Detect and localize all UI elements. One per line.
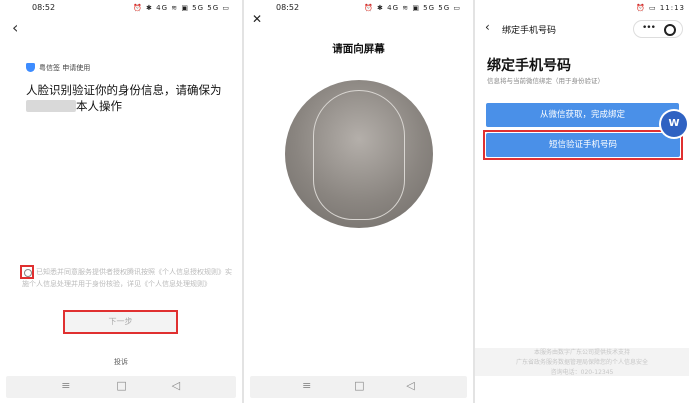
agreement-checkbox[interactable] [20, 265, 34, 279]
status-time: 08:52 [276, 3, 300, 12]
status-bar: ⏰ ▭ 11:13 [475, 0, 689, 16]
shield-icon [26, 63, 35, 72]
system-nav-bar: ≡ □ ◁ [250, 376, 467, 398]
floating-w-badge[interactable]: W [661, 111, 687, 137]
page-title: 绑定手机号码 [487, 58, 571, 74]
bind-phone-screen: ⏰ ▭ 11:13 ‹ 绑定手机号码 ••• 绑定手机号码 信息将与当前微信绑定… [475, 0, 689, 403]
footer-line: 本服务由数字广东公司提供技术支持 [533, 349, 630, 356]
footer-line: 咨询电话：020-12345 [550, 369, 614, 376]
headline: 人脸识别验证你的身份信息，请确保为本人操作 [26, 82, 231, 114]
page-subtitle: 信息将与当前微信绑定（用于身份验证） [487, 77, 604, 85]
status-bar: 08:52 ⏰ ✱ 4G ≋ ▣ 5G 5G ▭ [244, 0, 473, 16]
back-arrow-icon[interactable]: ‹ [12, 18, 18, 37]
headline-post: 本人操作 [76, 99, 122, 113]
menu-nav-icon[interactable]: ≡ [302, 379, 311, 392]
status-icons: ⏰ ✱ 4G ≋ ▣ 5G 5G ▭ [133, 4, 230, 12]
face-guide-outline [313, 90, 405, 220]
next-button[interactable]: 下一步 [63, 310, 178, 334]
sms-verify-button[interactable]: 短信验证手机号码 [486, 133, 680, 157]
headline-pre: 人脸识别验证你的身份信息，请确保为 [26, 83, 222, 97]
home-nav-icon[interactable]: □ [354, 379, 364, 392]
service-footer: 本服务由数字广东公司提供技术支持 广东省政务服务数据管理局保障您的个人信息安全 … [475, 348, 689, 376]
home-nav-icon[interactable]: □ [116, 379, 126, 392]
face-title: 请面向屏幕 [332, 43, 385, 55]
back-nav-icon[interactable]: ◁ [406, 379, 414, 392]
status-time: 11:13 [659, 4, 685, 12]
status-icons: ⏰ ▭ 11:13 [636, 4, 685, 12]
radio-circle-icon [24, 269, 32, 277]
back-nav-icon[interactable]: ◁ [172, 379, 180, 392]
auth-app-text: 粤信签 申请使用 [39, 64, 91, 72]
system-nav-bar: ≡ □ ◁ [6, 376, 236, 398]
status-time: 08:52 [32, 3, 56, 12]
menu-nav-icon[interactable]: ≡ [61, 379, 70, 392]
auth-app-row: 粤信签 申请使用 [26, 63, 90, 73]
status-bar: 08:52 ⏰ ✱ 4G ≋ ▣ 5G 5G ▭ [0, 0, 242, 16]
face-capture-screen: 08:52 ⏰ ✱ 4G ≋ ▣ 5G 5G ▭ ✕ 请面向屏幕 ≡ □ ◁ [244, 0, 473, 403]
agreement-text-content: 已知悉并同意服务提供者授权腾讯按照《个人信息授权规则》实施个人信息处理并用于身份… [22, 268, 232, 288]
camera-preview [285, 80, 433, 228]
mini-program-capsule[interactable]: ••• [633, 20, 683, 38]
footer-line: 广东省政务服务数据管理局保障您的个人信息安全 [515, 359, 648, 366]
wechat-bind-button[interactable]: 从微信获取，完成绑定 [486, 103, 679, 127]
back-arrow-icon[interactable]: ‹ [485, 20, 490, 34]
target-icon[interactable] [664, 24, 676, 36]
close-icon[interactable]: ✕ [252, 12, 262, 26]
mini-program-header: ‹ 绑定手机号码 ••• [475, 16, 689, 42]
blurred-name [26, 100, 76, 112]
complain-link[interactable]: 投诉 [0, 357, 242, 367]
header-title: 绑定手机号码 [502, 26, 557, 36]
agreement-text: 已知悉并同意服务提供者授权腾讯按照《个人信息授权规则》实施个人信息处理并用于身份… [22, 266, 234, 290]
more-dots-icon[interactable]: ••• [642, 23, 656, 33]
status-icons: ⏰ ✱ 4G ≋ ▣ 5G 5G ▭ [364, 4, 461, 12]
face-auth-intro-screen: 08:52 ⏰ ✱ 4G ≋ ▣ 5G 5G ▭ ‹ 粤信签 申请使用 人脸识别… [0, 0, 242, 403]
